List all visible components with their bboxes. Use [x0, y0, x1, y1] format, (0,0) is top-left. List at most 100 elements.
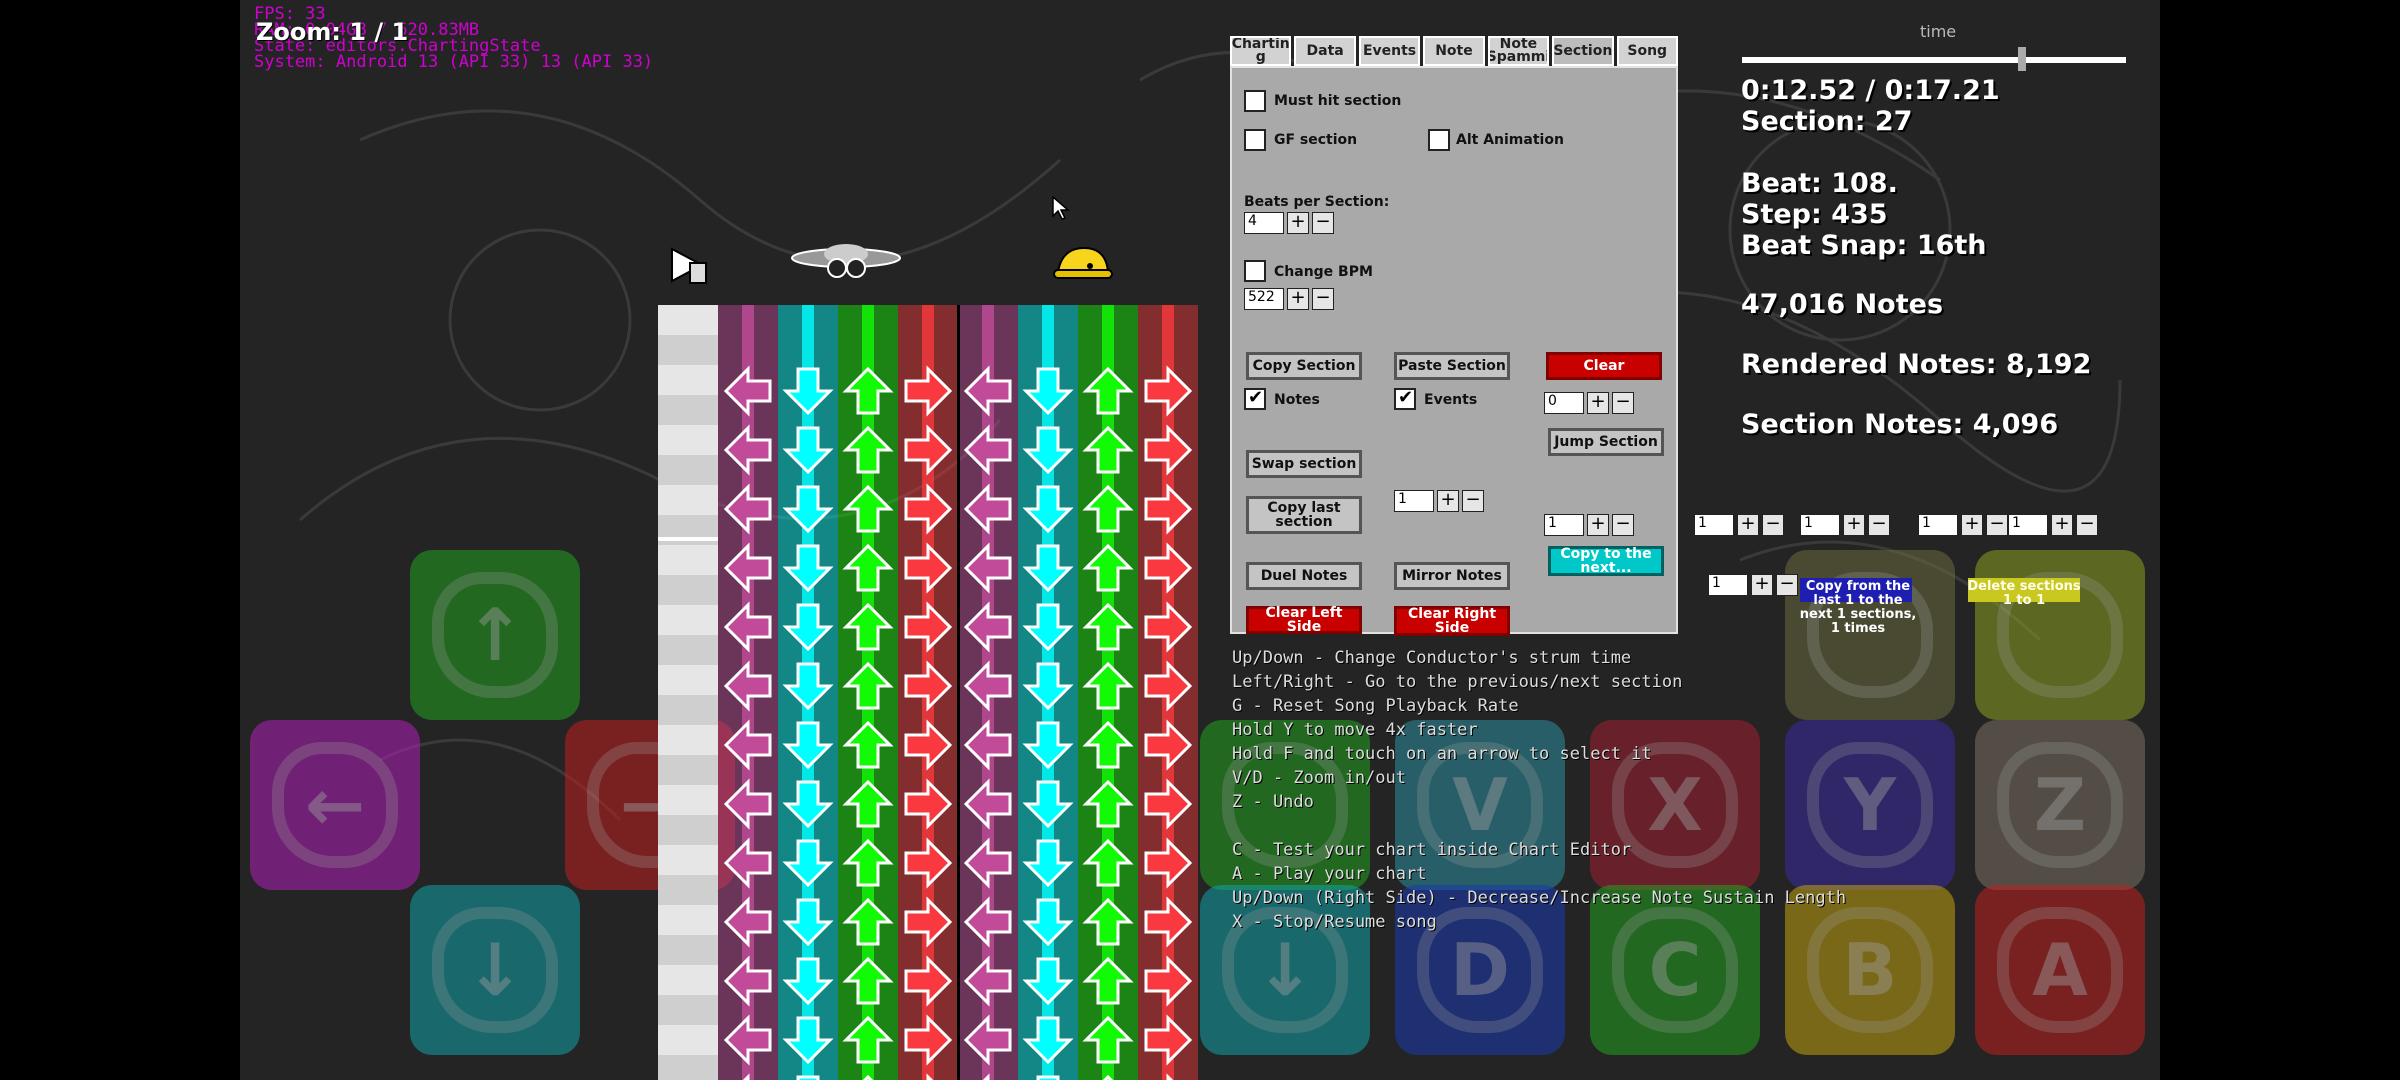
arrow-up-pad-button[interactable]: ↑ — [410, 550, 580, 720]
beats-per-section-label: Beats per Section: — [1244, 194, 1390, 210]
stepper-value[interactable]: 1 — [1544, 514, 1584, 536]
event-lane-icon[interactable] — [668, 245, 712, 287]
copy-section-button[interactable]: Copy Section — [1246, 352, 1362, 380]
change-bpm-label: Change BPM — [1274, 264, 1373, 280]
minus-icon[interactable]: − — [1868, 514, 1890, 536]
swap-section-button[interactable]: Swap section — [1246, 450, 1362, 478]
timeline-handle[interactable] — [2018, 47, 2027, 71]
timeline-slider[interactable] — [1742, 57, 2126, 63]
events-checkbox[interactable] — [1394, 387, 1416, 410]
plus-icon[interactable]: + — [1287, 288, 1309, 310]
tab-note[interactable]: Note — [1423, 36, 1485, 66]
minus-icon[interactable]: − — [1776, 574, 1798, 596]
arrow-down-icon: ↓ — [464, 928, 526, 1012]
paste-section-button[interactable]: Paste Section — [1394, 352, 1510, 380]
stepper-value[interactable]: 1 — [1918, 514, 1958, 536]
clear-button[interactable]: Clear — [1546, 352, 1662, 380]
copy-next-stepper[interactable]: 1 + − — [1544, 514, 1634, 536]
must-hit-checkbox[interactable] — [1244, 90, 1266, 112]
notes-checkbox[interactable] — [1244, 387, 1266, 410]
editor-tabs: Chartin g Data Events Note Note Spammi S… — [1230, 36, 1678, 66]
minus-icon[interactable]: − — [1312, 212, 1334, 234]
z-pad-button[interactable]: Z — [1975, 720, 2145, 890]
total-notes: 47,016 Notes — [1741, 289, 1944, 320]
plus-icon[interactable]: + — [1737, 514, 1759, 536]
minus-icon[interactable]: − — [1612, 514, 1634, 536]
plus-icon[interactable]: + — [1587, 392, 1609, 414]
minus-icon[interactable]: − — [1762, 514, 1784, 536]
plus-icon[interactable]: + — [1437, 490, 1459, 512]
step-number: Step: 435 — [1741, 199, 1888, 230]
must-hit-label: Must hit section — [1274, 93, 1402, 109]
clear-right-side-button[interactable]: Clear Right Side — [1394, 606, 1510, 636]
change-bpm-checkbox[interactable] — [1244, 260, 1266, 282]
event-lane-cell — [658, 485, 718, 515]
stepper-value[interactable]: 1 — [1800, 514, 1840, 536]
arrow-left-pad-button[interactable]: ← — [250, 720, 420, 890]
stepper-value[interactable]: 522 — [1244, 288, 1284, 310]
event-lane-cell — [658, 725, 718, 755]
plus-icon[interactable]: + — [1961, 514, 1983, 536]
minus-icon[interactable]: − — [1612, 392, 1634, 414]
minus-icon[interactable]: − — [2076, 514, 2098, 536]
section-range-stepper-4[interactable]: 1 + − — [2008, 514, 2098, 536]
arrow-down-pad-button[interactable]: ↓ — [410, 885, 580, 1055]
clear-left-side-button[interactable]: Clear Left Side — [1246, 606, 1362, 634]
events-label: Events — [1424, 392, 1478, 408]
plus-icon[interactable]: + — [2051, 514, 2073, 536]
a-pad-button[interactable]: A — [1975, 885, 2145, 1055]
song-time: 0:12.52 / 0:17.21 — [1741, 75, 2000, 106]
plus-icon[interactable]: + — [1751, 574, 1773, 596]
tab-song[interactable]: Song — [1616, 36, 1678, 66]
jump-section-stepper[interactable]: 0 + − — [1544, 392, 1634, 414]
stepper-value[interactable]: 1 — [1694, 514, 1734, 536]
minus-icon[interactable]: − — [1312, 288, 1334, 310]
tab-data[interactable]: Data — [1294, 36, 1356, 66]
plus-icon[interactable]: + — [1587, 514, 1609, 536]
help-line: G - Reset Song Playback Rate — [1232, 696, 1519, 716]
event-lane-cell — [658, 365, 718, 395]
stepper-value[interactable]: 1 — [2008, 514, 2048, 536]
minus-icon[interactable]: − — [1986, 514, 2008, 536]
zoom-label: Zoom: 1 / 1 — [256, 18, 409, 46]
help-line: A - Play your chart — [1232, 864, 1427, 884]
duet-notes-button[interactable]: Duel Notes — [1246, 562, 1362, 590]
copy-times-stepper[interactable]: 1 + − — [1708, 574, 1798, 596]
help-line: V/D - Zoom in/out — [1232, 768, 1406, 788]
pad-button[interactable] — [1975, 550, 2145, 720]
delete-sections-label: Delete sections 1 to 1 — [1967, 579, 2081, 608]
help-line — [1232, 814, 1846, 838]
event-lane-cell — [658, 395, 718, 425]
tab-note-spammer[interactable]: Note Spammi — [1487, 36, 1550, 66]
stepper-value[interactable]: 1 — [1708, 574, 1748, 596]
plus-icon[interactable]: + — [1287, 212, 1309, 234]
event-lane-cell — [658, 425, 718, 455]
tab-section[interactable]: Section — [1552, 36, 1614, 66]
bpm-stepper[interactable]: 522 + − — [1244, 288, 1334, 310]
copy-to-next-button[interactable]: Copy to the next... — [1548, 546, 1664, 576]
stepper-value[interactable]: 1 — [1394, 490, 1434, 512]
section-notes: Section Notes: 4,096 — [1741, 409, 2059, 440]
stepper-value[interactable]: 4 — [1244, 212, 1284, 234]
alt-animation-checkbox[interactable] — [1428, 129, 1450, 151]
copy-last-section-button[interactable]: Copy last section — [1246, 496, 1362, 534]
stepper-value[interactable]: 0 — [1544, 392, 1584, 414]
minus-icon[interactable]: − — [1462, 490, 1484, 512]
jump-section-button[interactable]: Jump Section — [1548, 428, 1664, 456]
section-range-stepper-3[interactable]: 1 + − — [1918, 514, 2008, 536]
beats-per-section-stepper[interactable]: 4 + − — [1244, 212, 1334, 234]
plus-icon[interactable]: + — [1843, 514, 1865, 536]
event-lane-cell — [658, 785, 718, 815]
section-range-stepper-1[interactable]: 1 + − — [1694, 514, 1784, 536]
chart-grid[interactable] — [658, 305, 1199, 1080]
tab-charting[interactable]: Chartin g — [1230, 36, 1292, 66]
section-range-stepper-2[interactable]: 1 + − — [1800, 514, 1890, 536]
system-text: System: Android 13 (API 33) 13 (API 33) — [254, 52, 654, 72]
copy-last-stepper[interactable]: 1 + − — [1394, 490, 1484, 512]
event-lane-cell — [658, 665, 718, 695]
gf-section-checkbox[interactable] — [1244, 129, 1266, 151]
mirror-notes-button[interactable]: Mirror Notes — [1394, 562, 1510, 590]
tab-events[interactable]: Events — [1358, 36, 1421, 66]
